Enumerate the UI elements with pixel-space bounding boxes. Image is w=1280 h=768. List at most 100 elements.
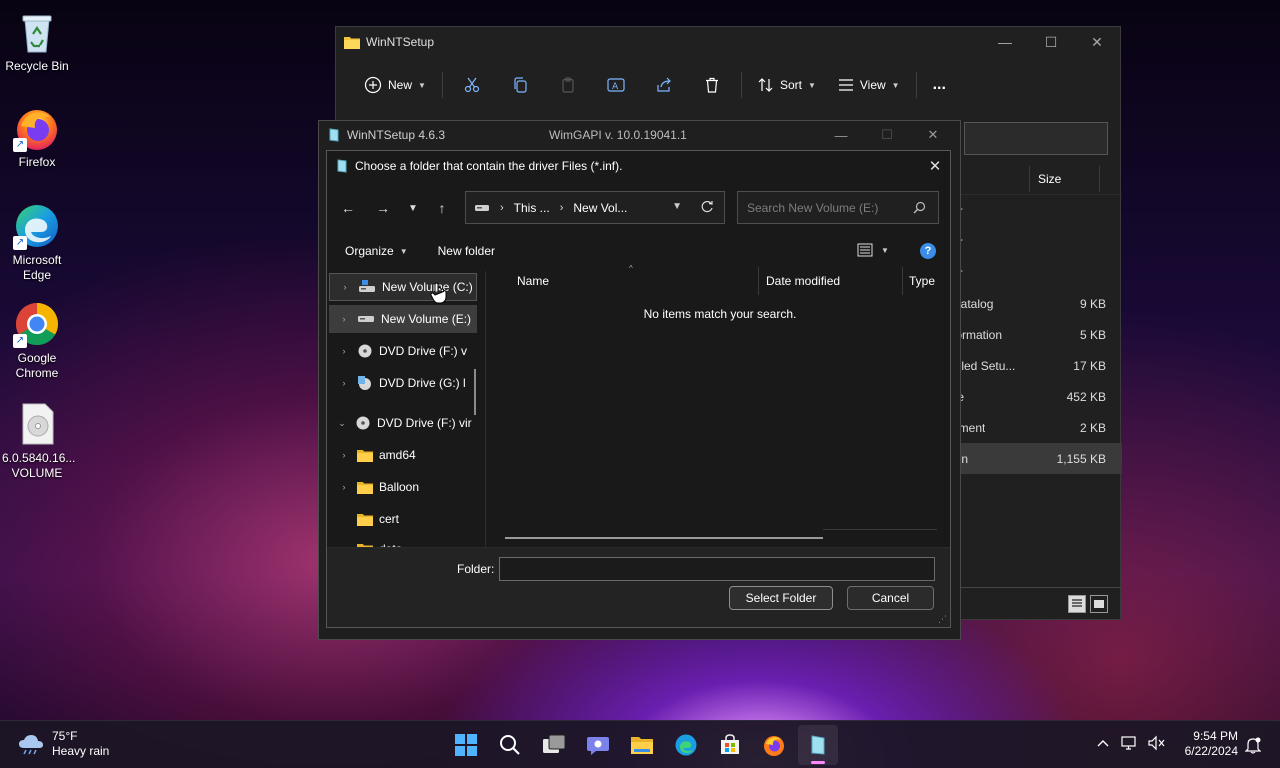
expand-chevron-icon[interactable]: › [337, 482, 351, 492]
file-row[interactable]: er [950, 195, 1122, 226]
tree-item-new-volume-c[interactable]: › New Volume (C:) [329, 273, 477, 301]
back-arrow-icon[interactable]: ← [337, 197, 359, 219]
expand-chevron-icon[interactable]: › [337, 450, 351, 460]
address-dropdown-chevron-icon[interactable]: ▼ [672, 201, 682, 212]
tree-item-cert[interactable]: cert [357, 505, 399, 533]
maximize-button[interactable]: ☐ [864, 121, 910, 149]
close-button[interactable]: ✕ [1074, 27, 1120, 57]
delete-button[interactable] [689, 69, 735, 101]
tree-item-dvd-drive-g[interactable]: › DVD Drive (G:) l [329, 369, 466, 397]
help-icon[interactable]: ? [920, 243, 936, 259]
expand-chevron-icon[interactable]: › [338, 282, 352, 292]
tree-item-balloon[interactable]: › Balloon [329, 473, 419, 501]
volume-muted-icon[interactable] [1148, 735, 1166, 751]
folder-field[interactable] [499, 557, 935, 581]
tree-scrollbar[interactable] [474, 369, 476, 415]
file-row-size: 17 KB [1073, 358, 1106, 373]
dvd-drive-icon [358, 344, 372, 358]
view-button[interactable]: View ▼ [828, 69, 910, 101]
size-column-header[interactable]: Size [950, 163, 1122, 195]
file-row-selected[interactable]: ion1,155 KB [950, 443, 1122, 474]
file-row[interactable]: Catalog 9 KB [950, 288, 1122, 319]
search-button[interactable] [490, 725, 530, 765]
paste-button[interactable] [545, 69, 591, 101]
explorer-search-box[interactable] [964, 122, 1108, 155]
details-view-icon [857, 243, 873, 257]
new-button[interactable]: New ▼ [354, 69, 436, 101]
microsoft-store-button[interactable] [710, 725, 750, 765]
firefox-taskbar-button[interactable] [754, 725, 794, 765]
file-row[interactable]: er [950, 226, 1122, 257]
minimize-button[interactable]: — [982, 27, 1028, 57]
file-row[interactable]: formation 5 KB [950, 319, 1122, 350]
tree-item-amd64[interactable]: › amd64 [329, 441, 416, 469]
minimize-button[interactable]: — [818, 121, 864, 149]
expand-chevron-icon[interactable]: › [337, 314, 351, 324]
task-view-button[interactable] [534, 725, 574, 765]
expand-chevron-icon[interactable]: › [337, 378, 351, 388]
chevron-down-icon: ▼ [418, 80, 426, 90]
start-button[interactable] [446, 725, 486, 765]
sort-button[interactable]: Sort ▼ [748, 69, 826, 101]
tree-item-new-volume-e[interactable]: › New Volume (E:) [329, 305, 477, 333]
dialog-titlebar[interactable]: Choose a folder that contain the driver … [327, 151, 950, 181]
rename-button[interactable]: A [593, 69, 639, 101]
file-row[interactable]: ument 2 KB [950, 412, 1122, 443]
collapse-chevron-icon[interactable]: ⌄ [335, 418, 349, 429]
desktop-icon-edge[interactable]: ↗ Microsoft Edge [2, 202, 72, 283]
expand-chevron-icon[interactable]: › [337, 346, 351, 356]
teams-chat-button[interactable] [578, 725, 618, 765]
plus-circle-icon [364, 76, 382, 94]
file-row[interactable]: piled Setu... 17 KB [950, 350, 1122, 381]
desktop-icon-firefox[interactable]: ↗ Firefox [2, 104, 72, 170]
tree-item-data[interactable]: data [357, 535, 402, 547]
date-modified-column-header[interactable]: Date modified [759, 267, 903, 295]
address-bar[interactable]: › This ... › New Vol... ▼ [465, 191, 725, 224]
desktop-icon-volume[interactable]: 6.0.5840.16... VOLUME [2, 400, 75, 481]
resize-grip-icon[interactable]: ⋰ [938, 614, 947, 625]
refresh-icon[interactable] [700, 200, 714, 214]
winntsetup-taskbar-button[interactable] [798, 725, 838, 765]
chevron-down-icon: ▼ [807, 80, 816, 90]
dialog-close-button[interactable]: ✕ [920, 151, 950, 181]
details-view-button[interactable] [1068, 594, 1086, 613]
file-explorer-button[interactable] [622, 725, 662, 765]
notification-bell-icon[interactable] [1245, 736, 1261, 754]
recent-locations-chevron-icon[interactable]: ▼ [402, 197, 424, 219]
chevron-up-icon[interactable] [1096, 738, 1110, 748]
weather-widget[interactable]: 75°F Heavy rain [18, 729, 109, 759]
network-icon[interactable] [1120, 735, 1138, 751]
tree-item-dvd-drive-f-expanded[interactable]: ⌄ DVD Drive (F:) vir [329, 409, 471, 437]
select-folder-button[interactable]: Select Folder [729, 586, 833, 610]
up-arrow-icon[interactable]: ↑ [431, 197, 453, 219]
close-button[interactable]: ✕ [910, 121, 956, 149]
chevron-down-icon: ▼ [399, 246, 408, 256]
copy-button[interactable] [497, 69, 543, 101]
change-view-button[interactable]: ▼ [857, 243, 889, 257]
tiles-view-button[interactable] [1090, 594, 1108, 613]
search-input[interactable]: Search New Volume (E:) [737, 191, 939, 224]
new-folder-button[interactable]: New folder [438, 244, 495, 258]
breadcrumb-new-volume[interactable]: New Vol... [573, 201, 627, 215]
pane-divider[interactable] [485, 271, 486, 547]
tree-item-dvd-drive-f[interactable]: › DVD Drive (F:) v [329, 337, 468, 365]
maximize-button[interactable]: ☐ [1028, 27, 1074, 57]
type-column-header[interactable]: Type [903, 274, 935, 288]
taskbar-clock[interactable]: 9:54 PM 6/22/2024 [1176, 729, 1238, 759]
file-row[interactable]: ile452 KB [950, 381, 1122, 412]
share-button[interactable] [641, 69, 687, 101]
more-options-button[interactable]: ... [923, 69, 956, 101]
forward-arrow-icon[interactable]: → [372, 197, 394, 219]
file-row[interactable]: er [950, 257, 1122, 288]
cut-button[interactable] [449, 69, 495, 101]
taskbar: 75°F Heavy rain 9:54 PM 6/22/2024 [0, 720, 1280, 768]
organize-button[interactable]: Organize ▼ [345, 244, 408, 258]
desktop-icon-chrome[interactable]: ↗ Google Chrome [2, 300, 72, 381]
horizontal-scrollbar[interactable] [505, 537, 823, 539]
desktop-icon-recycle-bin[interactable]: Recycle Bin [2, 8, 72, 74]
view-button-label: View [859, 78, 886, 92]
cancel-button[interactable]: Cancel [847, 586, 934, 610]
breadcrumb-this-pc[interactable]: This ... [514, 201, 550, 215]
name-column-header[interactable]: ^ Name [505, 264, 759, 295]
edge-taskbar-button[interactable] [666, 725, 706, 765]
